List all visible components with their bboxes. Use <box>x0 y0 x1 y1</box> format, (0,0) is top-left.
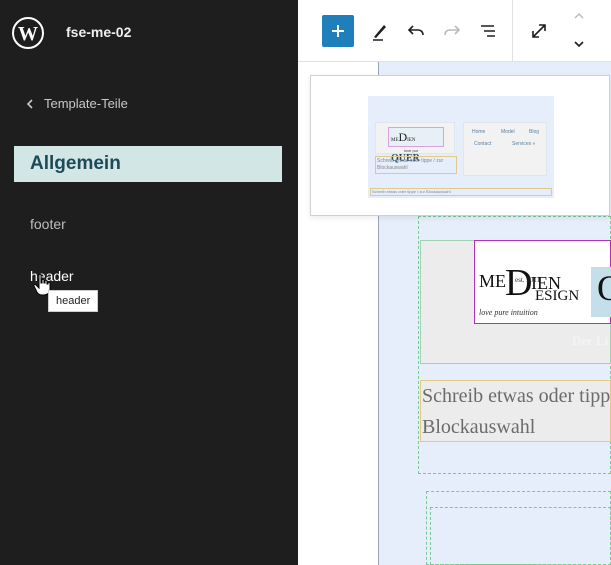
preview-logo: MEDIEN QUER <box>388 127 444 164</box>
wordpress-logo-icon[interactable]: W <box>11 16 45 50</box>
paragraph-line-2: Blockauswahl <box>422 416 536 438</box>
back-button[interactable]: Template-Teile <box>24 96 128 111</box>
logo-me-text: ME <box>479 271 506 291</box>
preview-menu-services: Services » <box>512 141 536 147</box>
list-view-button[interactable] <box>472 15 504 47</box>
pencil-icon <box>373 25 386 41</box>
editor-toolbar <box>298 0 611 62</box>
logo-esign-text: ESIGN <box>535 288 580 304</box>
plus-icon <box>332 25 344 37</box>
logo-q-text: Q <box>591 267 611 317</box>
preview-paragraph: Schreib etwas oder tippe / zur Blockausw… <box>375 156 457 174</box>
preview-logo-ien: IEN <box>407 138 416 143</box>
undo-icon <box>407 25 424 36</box>
preview-logo-d: D <box>398 130 408 144</box>
move-down-button[interactable] <box>563 33 595 55</box>
chevron-down-icon <box>574 41 584 48</box>
sidebar: W fse-me-02 Template-Teile Allgemein foo… <box>0 0 298 565</box>
redo-button[interactable] <box>436 15 468 47</box>
paragraph-line-1: Schreib etwas oder tipp <box>422 385 611 407</box>
move-up-button[interactable] <box>563 5 595 27</box>
preview-menu-contact: Contact <box>474 141 492 147</box>
preview-logo-me: ME <box>391 138 399 143</box>
section-title: Allgemein <box>14 146 282 182</box>
fullscreen-button[interactable] <box>523 15 555 47</box>
preview-logo-block: MEDIEN QUER love pur <box>375 122 455 164</box>
preview-logo-tag: love pur <box>404 148 419 153</box>
fullscreen-icon <box>532 24 546 38</box>
sidebar-item-footer[interactable]: footer <box>30 216 66 232</box>
site-title[interactable]: fse-me-02 <box>66 24 131 40</box>
footer-inner-outline <box>430 507 611 565</box>
chevron-left-icon <box>26 98 33 109</box>
tooltip: header <box>48 290 99 312</box>
redo-icon <box>444 25 461 36</box>
add-block-button[interactable] <box>322 15 354 47</box>
undo-button[interactable] <box>400 15 432 47</box>
preview-menu-blog: Blog <box>529 129 540 135</box>
paragraph-block[interactable]: Schreib etwas oder tipp Blockauswahl <box>420 380 611 442</box>
template-part-preview: MEDIEN QUER love pur Home Model Blog Con… <box>310 75 610 216</box>
logo-tagline: love pure intuition <box>479 308 538 317</box>
site-tagline-ghost: Der Li <box>572 333 609 348</box>
back-label: Template-Teile <box>44 96 128 111</box>
preview-frame: MEDIEN QUER love pur Home Model Blog Con… <box>368 96 554 198</box>
svg-text:W: W <box>18 23 38 45</box>
preview-navigation: Home Model Blog Contact Services » <box>463 122 547 176</box>
preview-paragraph-small: Schreib etwas oder tippe / zur Blockausw… <box>370 188 552 196</box>
site-logo[interactable]: ME D est. 2011 IEN ESIGN love pure intui… <box>474 240 611 324</box>
preview-menu-model: Model <box>501 129 515 135</box>
list-view-icon <box>481 25 495 37</box>
tools-button[interactable] <box>364 15 396 47</box>
chevron-up-icon <box>574 12 584 19</box>
toolbar-divider <box>512 0 513 62</box>
preview-menu-home: Home <box>472 129 486 135</box>
